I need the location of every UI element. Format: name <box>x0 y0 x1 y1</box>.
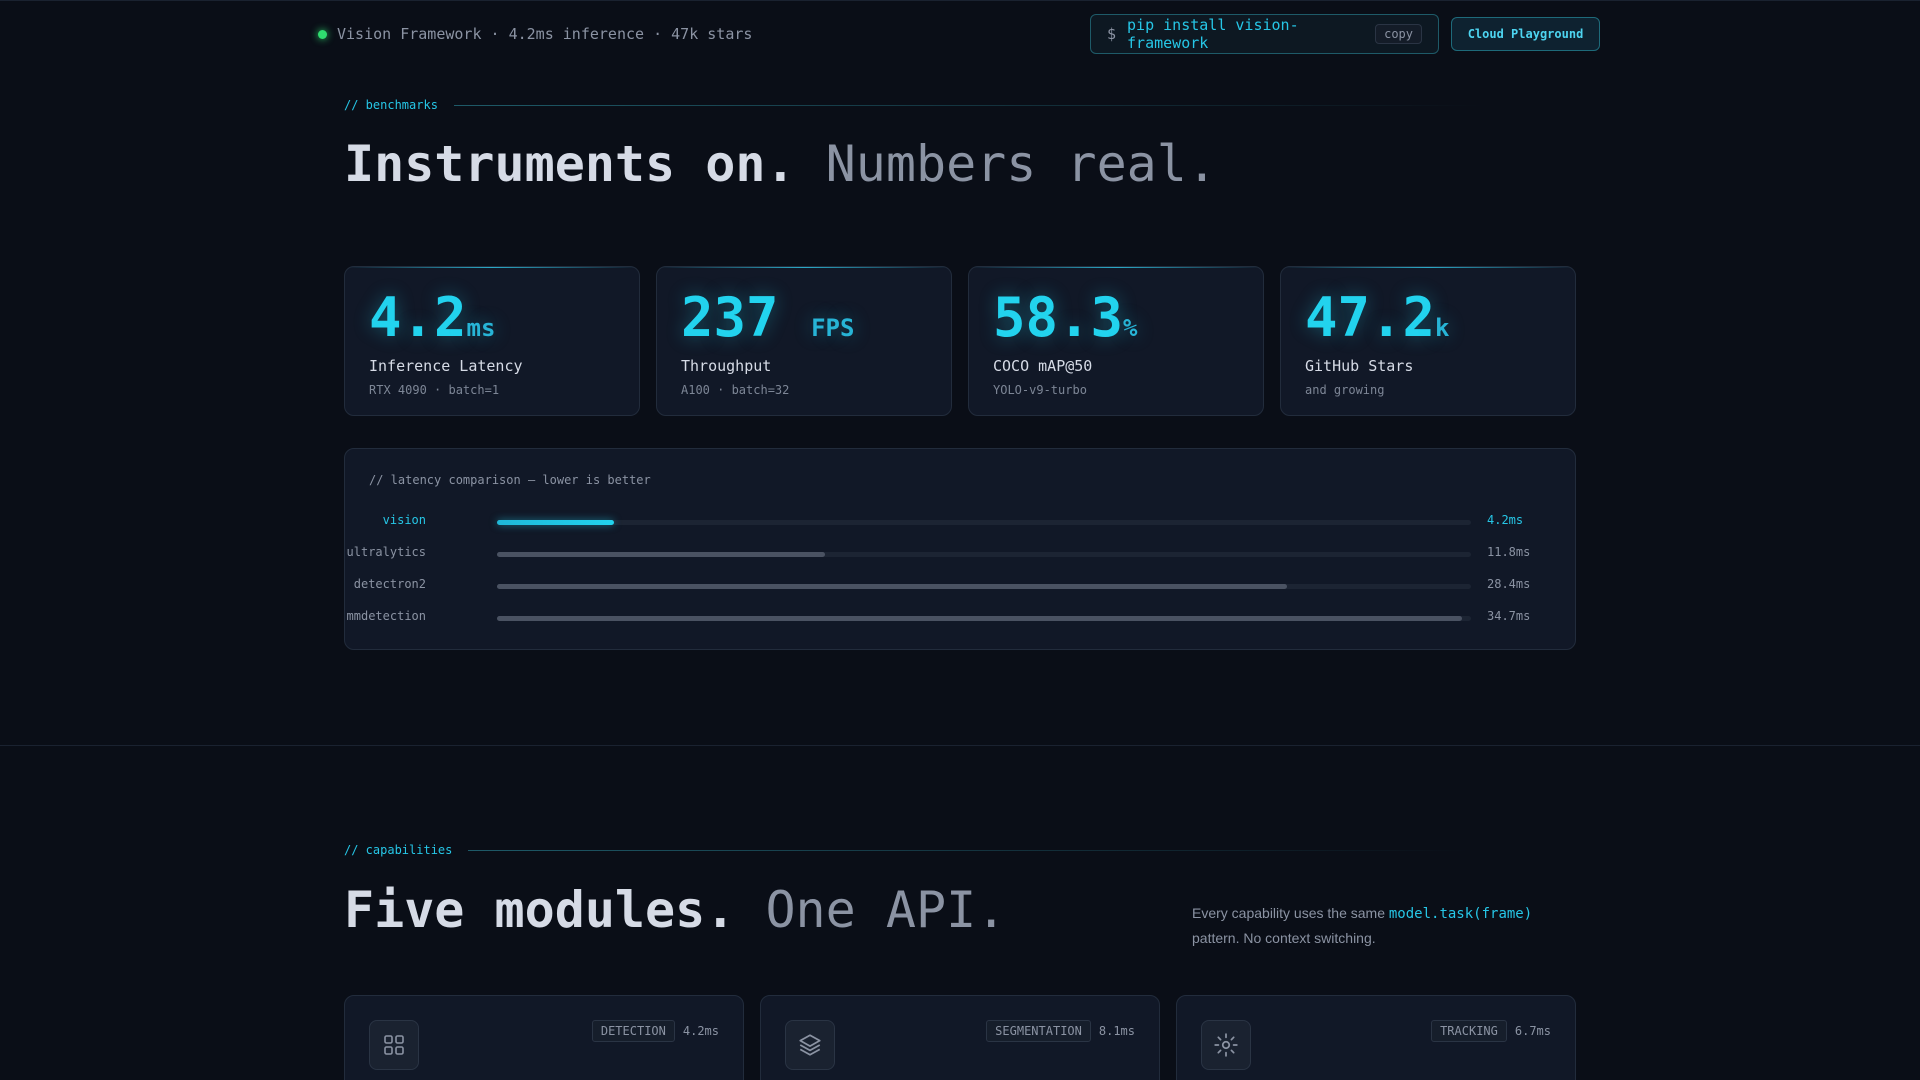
latency-row-mmdetection: mmdetection 34.7ms <box>345 607 1577 627</box>
bar-track <box>497 520 1471 525</box>
grid-icon <box>369 1020 419 1070</box>
stat-card-throughput: 237 FPS Throughput A100 · batch=32 <box>656 266 952 416</box>
capabilities-headline: Five modules. One API. <box>344 881 1006 939</box>
capability-card-detection[interactable]: DETECTION 4.2ms <box>344 995 744 1080</box>
latency-title: // latency comparison — lower is better <box>369 473 651 487</box>
bar-label: vision <box>382 513 426 527</box>
capabilities-description: Every capability uses the same model.tas… <box>1192 905 1533 946</box>
bar-track <box>497 616 1471 621</box>
capability-time: 4.2ms <box>682 1024 719 1038</box>
bar-value: 11.8ms <box>1487 545 1531 559</box>
bar-fill <box>497 616 1463 621</box>
capability-tag: DETECTION <box>591 1020 675 1042</box>
capability-meta: TRACKING 6.7ms <box>1431 1020 1551 1042</box>
capability-tag: SEGMENTATION <box>986 1020 1091 1042</box>
stat-card-stars: 47.2k GitHub Stars and growing <box>1280 266 1576 416</box>
headline-dim: Numbers real. <box>825 135 1217 193</box>
stat-unit: ms <box>466 314 496 342</box>
bar-fill <box>497 520 614 525</box>
headline-strong: Instruments on. <box>344 135 796 193</box>
sun-icon <box>1201 1020 1251 1070</box>
stat-subtitle: RTX 4090 · batch=1 <box>369 383 500 397</box>
stat-unit: FPS <box>811 314 855 342</box>
capability-card-tracking[interactable]: TRACKING 6.7ms <box>1176 995 1576 1080</box>
layers-icon <box>785 1020 835 1070</box>
stat-subtitle: A100 · batch=32 <box>681 383 790 397</box>
stat-value: 237 FPS <box>681 286 855 349</box>
benchmarks-label-text: // benchmarks <box>344 98 438 112</box>
stat-subtitle: YOLO-v9-turbo <box>993 383 1087 397</box>
section-rule <box>468 849 1469 851</box>
status-text: Vision Framework · 4.2ms inference · 47k… <box>337 25 753 43</box>
capability-card-segmentation[interactable]: SEGMENTATION 8.1ms <box>760 995 1160 1080</box>
bar-fill <box>497 552 826 557</box>
latency-comparison-panel: // latency comparison — lower is better … <box>344 448 1576 650</box>
stat-value: 58.3% <box>993 286 1138 349</box>
stat-subtitle: and growing <box>1305 383 1385 397</box>
copy-button[interactable]: copy <box>1375 24 1422 44</box>
bar-value: 34.7ms <box>1487 609 1531 623</box>
api-code-snippet: model.task(frame) <box>1388 906 1533 922</box>
bar-track <box>497 584 1471 589</box>
bar-fill <box>497 584 1287 589</box>
headline-dim: One API. <box>765 881 1007 939</box>
cloud-playground-button[interactable]: Cloud Playground <box>1451 17 1600 51</box>
benchmarks-headline: Instruments on. Numbers real. <box>344 135 1217 193</box>
section-divider <box>0 745 1920 746</box>
bar-track <box>497 552 1471 557</box>
status-dot-icon <box>318 29 327 39</box>
bar-label: mmdetection <box>346 609 426 623</box>
stat-card-map: 58.3% COCO mAP@50 YOLO-v9-turbo <box>968 266 1264 416</box>
install-command-box[interactable]: $ pip install vision-framework copy <box>1090 14 1439 54</box>
stat-title: COCO mAP@50 <box>993 357 1093 375</box>
bar-label: detectron2 <box>353 577 426 591</box>
stat-unit: % <box>1123 314 1138 342</box>
latency-row-vision: vision 4.2ms <box>345 511 1577 531</box>
stat-card-latency: 4.2ms Inference Latency RTX 4090 · batch… <box>344 266 640 416</box>
capability-meta: DETECTION 4.2ms <box>591 1020 719 1042</box>
bar-value: 4.2ms <box>1487 513 1524 527</box>
stat-title: Throughput <box>681 357 772 375</box>
stat-title: Inference Latency <box>369 357 523 375</box>
capabilities-section-label: // capabilities <box>344 843 1469 857</box>
latency-row-detectron2: detectron2 28.4ms <box>345 575 1577 595</box>
top-bar: Vision Framework · 4.2ms inference · 47k… <box>0 1 1920 65</box>
latency-row-ultralytics: ultralytics 11.8ms <box>345 543 1577 563</box>
bar-label: ultralytics <box>346 545 426 559</box>
capability-meta: SEGMENTATION 8.1ms <box>986 1020 1135 1042</box>
install-prompt: $ <box>1107 25 1117 43</box>
stat-title: GitHub Stars <box>1305 357 1414 375</box>
install-command[interactable]: pip install vision-framework <box>1127 16 1364 52</box>
stat-value: 4.2ms <box>369 286 496 349</box>
capability-time: 8.1ms <box>1098 1024 1135 1038</box>
section-rule <box>453 104 1484 106</box>
capability-tag: TRACKING <box>1431 1020 1507 1042</box>
status-indicator: Vision Framework · 4.2ms inference · 47k… <box>318 25 752 43</box>
stat-unit: k <box>1435 314 1450 342</box>
stat-value: 47.2k <box>1305 286 1450 349</box>
benchmarks-section-label: // benchmarks <box>344 98 1484 112</box>
headline-strong: Five modules. <box>344 881 736 939</box>
bar-value: 28.4ms <box>1487 577 1531 591</box>
capabilities-label-text: // capabilities <box>344 843 453 857</box>
capability-time: 6.7ms <box>1514 1024 1551 1038</box>
page: Vision Framework · 4.2ms inference · 47k… <box>0 0 1920 1080</box>
